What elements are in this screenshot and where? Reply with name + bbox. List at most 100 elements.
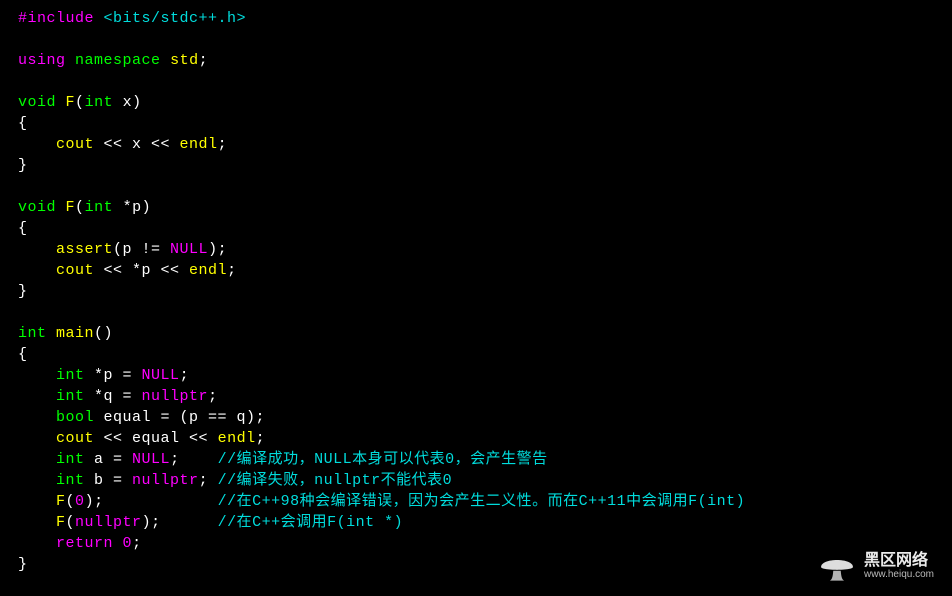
code-line: } <box>18 281 942 302</box>
code-token: int <box>18 325 47 342</box>
code-token: ; <box>218 136 228 153</box>
code-token <box>18 367 56 384</box>
code-token <box>18 535 56 552</box>
code-line: int main() <box>18 323 942 344</box>
code-token: #include <box>18 10 94 27</box>
code-token: nullptr <box>142 388 209 405</box>
code-token <box>161 52 171 69</box>
code-token: ; <box>256 430 266 447</box>
code-token: *p = <box>85 367 142 384</box>
code-token: int <box>56 367 85 384</box>
code-line: int a = NULL; //编译成功，NULL本身可以代表0，会产生警告 <box>18 449 942 470</box>
code-token: int <box>56 451 85 468</box>
code-token: x) <box>113 94 142 111</box>
code-token: return <box>56 535 113 552</box>
code-line: assert(p != NULL); <box>18 239 942 260</box>
code-token: main <box>56 325 94 342</box>
code-line: cout << *p << endl; <box>18 260 942 281</box>
code-token: F <box>66 94 76 111</box>
code-line: int b = nullptr; //编译失败，nullptr不能代表0 <box>18 470 942 491</box>
code-token: NULL <box>132 451 170 468</box>
code-token: } <box>18 157 28 174</box>
code-line: #include <bits/stdc++.h> <box>18 8 942 29</box>
code-token: nullptr <box>132 472 199 489</box>
code-token <box>47 325 57 342</box>
code-token: <bits/stdc++.h> <box>104 10 247 27</box>
code-token: 0 <box>75 493 85 510</box>
code-line: { <box>18 113 942 134</box>
code-token: ); <box>208 241 227 258</box>
code-token: //编译失败，nullptr不能代表0 <box>218 472 453 489</box>
code-token: namespace <box>75 52 161 69</box>
code-line: int *q = nullptr; <box>18 386 942 407</box>
code-line: return 0; <box>18 533 942 554</box>
code-token: ; <box>208 388 218 405</box>
code-token: *q = <box>85 388 142 405</box>
code-line: { <box>18 218 942 239</box>
code-line: using namespace std; <box>18 50 942 71</box>
code-token: int <box>56 472 85 489</box>
code-token: ); <box>142 514 218 531</box>
code-token: //编译成功，NULL本身可以代表0，会产生警告 <box>218 451 548 468</box>
code-token <box>18 409 56 426</box>
code-token: ); <box>85 493 218 510</box>
watermark-text: 黑区网络 www.heiqu.com <box>864 553 934 581</box>
code-token <box>18 241 56 258</box>
code-token: F <box>56 493 66 510</box>
code-token <box>94 10 104 27</box>
code-token: cout <box>56 430 94 447</box>
code-token: { <box>18 115 28 132</box>
watermark-url: www.heiqu.com <box>864 569 934 581</box>
code-token: int <box>56 388 85 405</box>
code-line: { <box>18 344 942 365</box>
code-token <box>56 199 66 216</box>
code-token: void <box>18 94 56 111</box>
code-token: using <box>18 52 66 69</box>
code-token: nullptr <box>75 514 142 531</box>
code-token <box>18 493 56 510</box>
code-token: << equal << <box>94 430 218 447</box>
code-line: F(nullptr); //在C++会调用F(int *) <box>18 512 942 533</box>
code-token: bool <box>56 409 94 426</box>
code-token <box>18 262 56 279</box>
code-line: int *p = NULL; <box>18 365 942 386</box>
code-token: void <box>18 199 56 216</box>
code-block: #include <bits/stdc++.h> using namespace… <box>0 0 952 585</box>
code-token: ( <box>66 514 76 531</box>
code-token: ; <box>199 472 218 489</box>
code-token: NULL <box>142 367 180 384</box>
code-token: equal = (p == q); <box>94 409 265 426</box>
code-token <box>66 52 76 69</box>
code-token <box>113 535 123 552</box>
code-token: } <box>18 556 28 573</box>
code-token: << *p << <box>94 262 189 279</box>
code-token: ; <box>199 52 209 69</box>
code-line: cout << x << endl; <box>18 134 942 155</box>
code-token: *p) <box>113 199 151 216</box>
code-token: //在C++98种会编译错误，因为会产生二义性。而在C++11中会调用F(int… <box>218 493 746 510</box>
code-token: endl <box>180 136 218 153</box>
code-line: void F(int x) <box>18 92 942 113</box>
watermark: 黑区网络 www.heiqu.com <box>818 552 934 582</box>
code-token: endl <box>189 262 227 279</box>
code-token: F <box>56 514 66 531</box>
code-line: void F(int *p) <box>18 197 942 218</box>
code-line <box>18 176 942 197</box>
code-token: a = <box>85 451 133 468</box>
code-token <box>18 472 56 489</box>
code-line <box>18 302 942 323</box>
code-token: (p != <box>113 241 170 258</box>
code-line <box>18 71 942 92</box>
code-token <box>18 514 56 531</box>
code-token: int <box>85 199 114 216</box>
code-token <box>18 136 56 153</box>
code-token: ( <box>75 199 85 216</box>
code-token: ; <box>132 535 142 552</box>
code-token: ; <box>170 451 218 468</box>
watermark-label: 黑区网络 <box>864 553 934 569</box>
code-token: { <box>18 220 28 237</box>
code-line: F(0); //在C++98种会编译错误，因为会产生二义性。而在C++11中会调… <box>18 491 942 512</box>
code-line: bool equal = (p == q); <box>18 407 942 428</box>
code-token <box>18 451 56 468</box>
code-token: b = <box>85 472 133 489</box>
